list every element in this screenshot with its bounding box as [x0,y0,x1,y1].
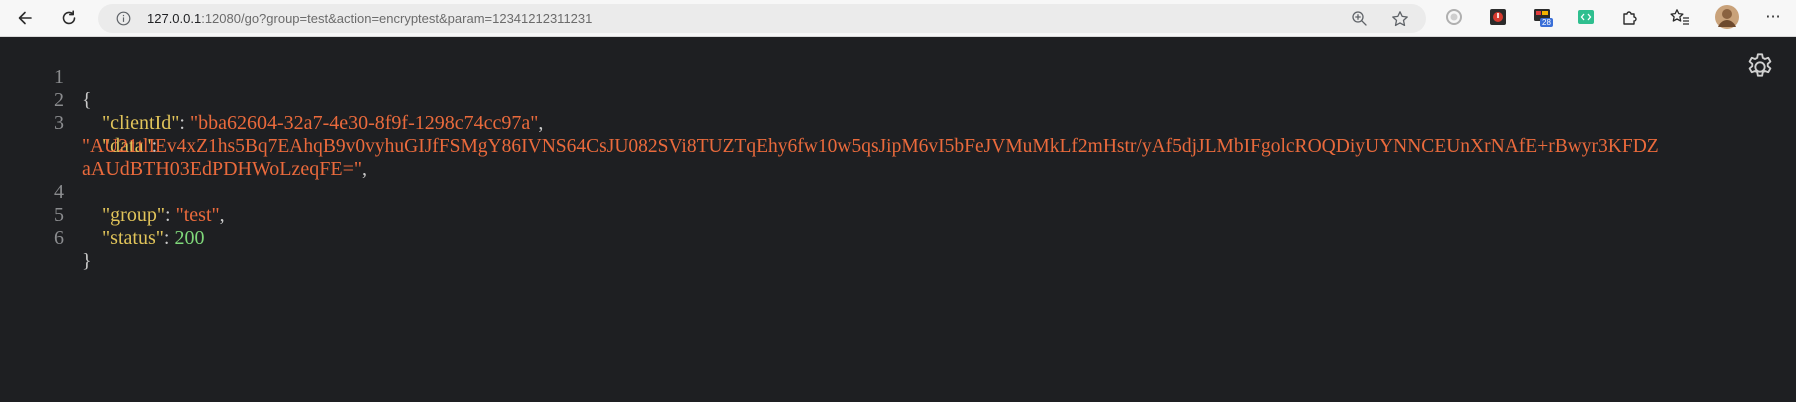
code-line-3-wrap-1: "AU21tlIEv4xZ1hs5Bq7EAhqB9v0vyhuGIJfFSMg… [0,112,1796,157]
extension-badge: 28 [1540,18,1553,27]
code-line-4: 4 "group": "test", [0,158,1796,226]
code-line-3-wrap-2: aAUdBTH03EdPDHWoLzeqFE=", [82,158,368,180]
recorder-extension-icon[interactable]: 28 [1532,7,1553,27]
refresh-button[interactable] [55,4,83,32]
refresh-icon [62,10,76,25]
puzzle-icon[interactable] [1620,7,1640,27]
circle-extension-icon[interactable] [1444,7,1464,27]
line-number: 6 [54,227,64,249]
back-arrow-icon [18,11,32,25]
profile-avatar[interactable] [1714,4,1740,30]
more-menu-button[interactable]: ··· [1760,7,1786,27]
json-number-value: 200 [174,227,205,249]
url-text[interactable]: 127.0.0.1:12080/go?group=test&action=enc… [147,4,592,33]
url-path: :12080/go?group=test&action=encryptest&p… [201,11,593,26]
json-viewer: 1 { 2 "clientId": "bba62604-32a7-4e30-8f… [0,37,1796,402]
code-extension-icon[interactable] [1576,7,1596,27]
zoom-icon[interactable] [1351,10,1368,31]
back-button[interactable] [11,4,39,32]
code-line-1: 1 { [0,43,1796,111]
code-line-3: 3 "data": [0,89,1796,157]
browser-toolbar: 127.0.0.1:12080/go?group=test&action=enc… [0,0,1796,37]
code-line-5: 5 "status": 200 [0,181,1796,249]
address-bar[interactable]: 127.0.0.1:12080/go?group=test&action=enc… [98,4,1426,33]
code-line-6: 6 } [0,204,1796,272]
favorites-icon[interactable] [1670,7,1690,27]
settings-button[interactable] [1744,51,1776,87]
json-key: "status" [102,227,164,249]
url-host: 127.0.0.1 [147,11,202,26]
power-extension-icon[interactable] [1488,7,1508,27]
close-brace: } [82,250,92,272]
code-line-2: 2 "clientId": "bba62604-32a7-4e30-8f9f-1… [0,66,1796,134]
gear-icon [1748,53,1772,77]
site-info-icon[interactable] [116,11,131,30]
star-icon[interactable] [1391,10,1409,32]
